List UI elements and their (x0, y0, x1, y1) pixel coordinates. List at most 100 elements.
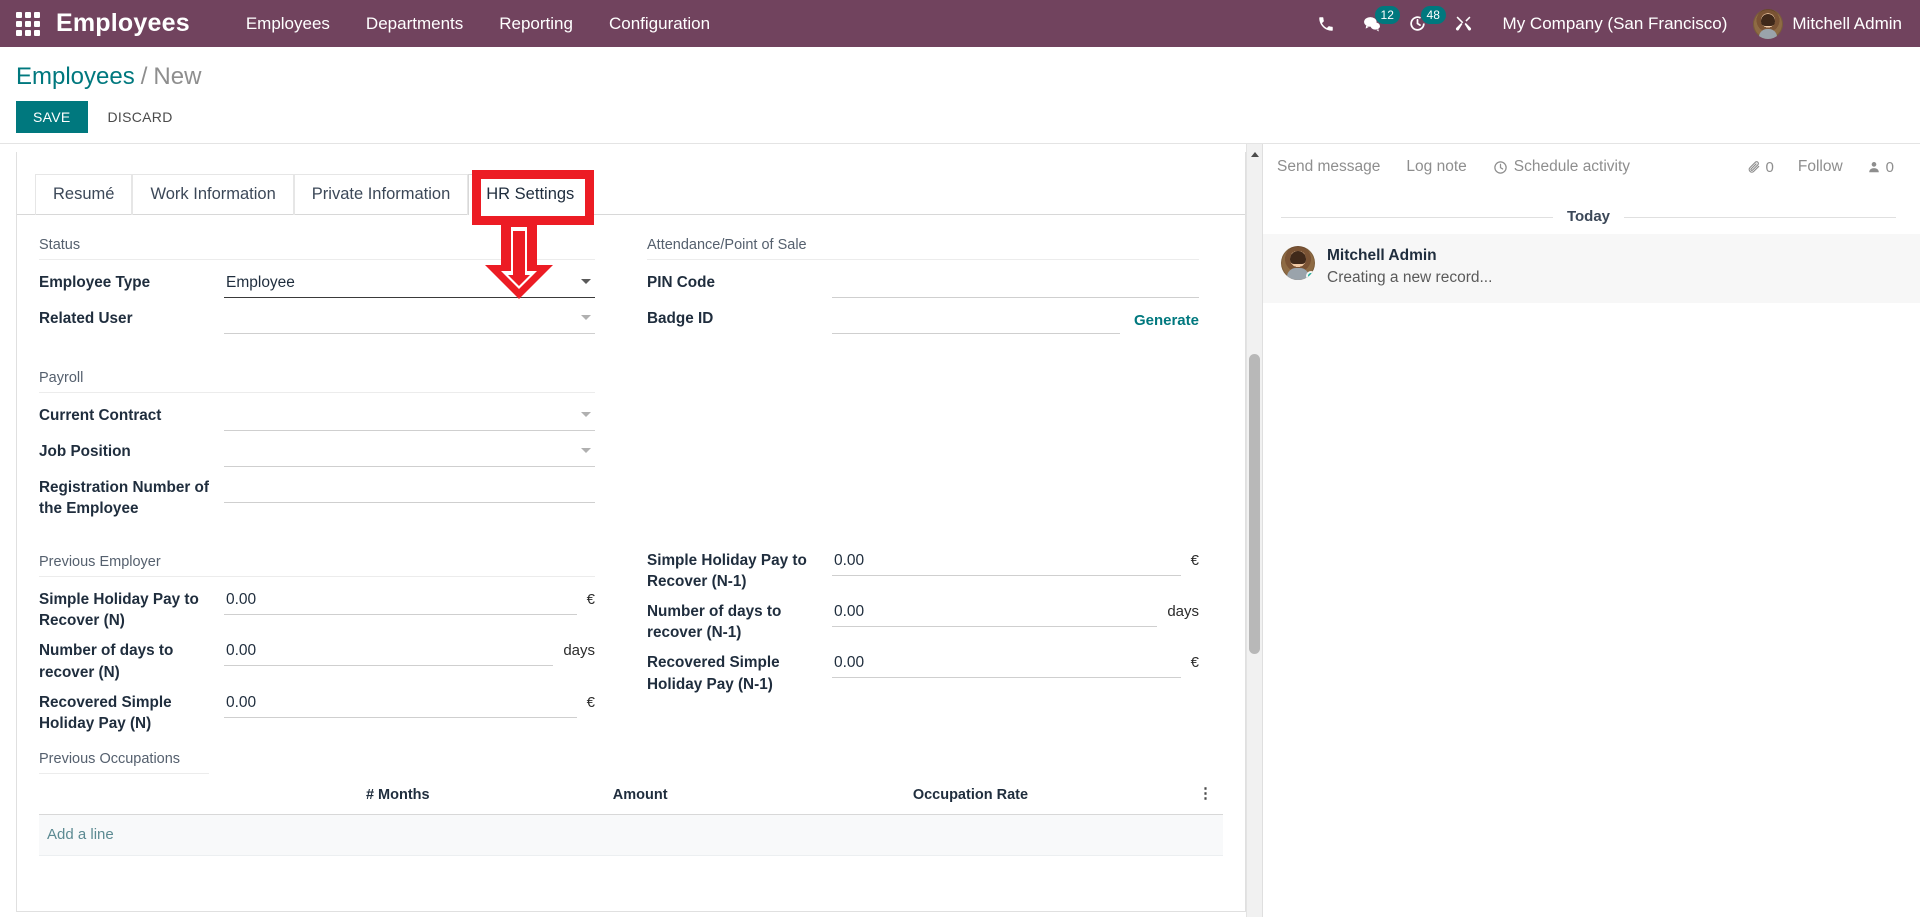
form-scrollbar[interactable] (1246, 144, 1262, 917)
current-contract-value (226, 404, 593, 428)
apps-menu-button[interactable] (0, 0, 56, 47)
breadcrumb-employees[interactable]: Employees (16, 63, 135, 91)
field-label-employee-type: Employee Type (39, 274, 151, 291)
generate-badge-button[interactable]: Generate (1120, 304, 1199, 329)
activity-clock-icon[interactable]: 48 (1397, 0, 1446, 47)
debug-tools-icon[interactable] (1443, 0, 1485, 47)
simple-holiday-pay-n1-input[interactable]: 0.00 (832, 546, 1181, 576)
field-related-user: Related User (39, 300, 595, 335)
employee-type-value: Employee (226, 274, 295, 291)
schedule-activity-label: Schedule activity (1513, 158, 1631, 175)
optional-columns-button[interactable]: ⋮ (1187, 777, 1223, 815)
message-item: Mitchell Admin Creating a new record... (1263, 234, 1920, 303)
paperclip-icon (1748, 161, 1759, 173)
chevron-down-icon (581, 315, 591, 320)
group-title-payroll: Payroll (39, 362, 595, 393)
related-user-select[interactable] (224, 304, 595, 334)
unit-euro: € (586, 693, 595, 711)
chevron-down-icon (581, 412, 591, 417)
apps-grid-icon (16, 11, 40, 36)
date-divider-label: Today (1552, 208, 1625, 225)
recovered-simple-holiday-pay-n-value: 0.00 (226, 693, 257, 711)
attachment-count: 0 (1765, 158, 1774, 176)
registration-number-input[interactable] (224, 473, 595, 503)
days-to-recover-n-input[interactable]: 0.00 (224, 636, 554, 667)
days-to-recover-n1-value: 0.00 (834, 603, 865, 621)
menu-departments[interactable]: Departments (348, 0, 481, 47)
tab-private-information[interactable]: Private Information (293, 174, 469, 215)
avatar (1281, 246, 1315, 280)
follower-count: 0 (1885, 158, 1894, 176)
message-author: Mitchell Admin (1327, 247, 1437, 264)
field-label-simple-holiday-pay-n: Simple Holiday Pay to Recover (N) (39, 591, 199, 630)
group-title-previous-employer-left: Previous Employer (39, 546, 595, 578)
days-to-recover-n1-input[interactable]: 0.00 (832, 597, 1158, 628)
phone-icon[interactable] (1305, 0, 1347, 47)
message-body: Creating a new record... (1327, 269, 1493, 286)
field-recovered-simple-holiday-pay-n: Recovered Simple Holiday Pay (N) 0.00 € (39, 684, 595, 734)
form-column-left: Status Employee Type Employee Related Us… (39, 229, 631, 735)
field-registration-number: Registration Number of the Employee (39, 469, 595, 519)
badge-id-input[interactable] (832, 304, 1120, 334)
unit-days: days (563, 642, 595, 660)
current-contract-select[interactable] (224, 401, 595, 431)
add-a-line-link[interactable]: Add a line (47, 826, 114, 843)
previous-occupations-table: # Months Amount Occupation Rate ⋮ Add a … (39, 777, 1223, 856)
follow-button[interactable]: Follow (1798, 158, 1843, 176)
job-position-select[interactable] (224, 437, 595, 467)
field-label-days-to-recover-n: Number of days to recover (N) (39, 642, 174, 681)
unit-euro: € (1190, 552, 1199, 569)
field-job-position: Job Position (39, 433, 595, 468)
tab-hr-settings[interactable]: HR Settings (468, 174, 593, 215)
send-message-button[interactable]: Send message (1277, 158, 1380, 176)
chatter-topbar: Send message Log note Schedule activity … (1263, 144, 1920, 188)
add-line-row[interactable]: Add a line (39, 814, 1223, 856)
attachments-counter[interactable]: 0 (1747, 159, 1774, 176)
job-position-value (226, 440, 593, 464)
pin-code-value (834, 271, 1197, 295)
discard-button[interactable]: DISCARD (96, 101, 185, 133)
schedule-activity-button[interactable]: Schedule activity (1493, 158, 1630, 176)
log-note-button[interactable]: Log note (1406, 158, 1466, 176)
unit-euro: € (586, 591, 595, 609)
group-title-status: Status (39, 229, 595, 260)
chevron-down-icon (581, 448, 591, 453)
followers-counter[interactable]: 0 (1867, 159, 1894, 176)
clock-icon (1494, 160, 1507, 174)
field-label-recovered-simple-holiday-pay-n1: Recovered Simple Holiday Pay (N-1) (647, 654, 780, 693)
scroll-up-arrow-icon[interactable] (1251, 152, 1259, 157)
field-label-related-user: Related User (39, 310, 133, 327)
recovered-simple-holiday-pay-n1-value: 0.00 (834, 654, 865, 672)
tab-work-information[interactable]: Work Information (132, 174, 294, 215)
chevron-down-icon (581, 279, 591, 284)
menu-reporting[interactable]: Reporting (481, 0, 591, 47)
simple-holiday-pay-n-value: 0.00 (226, 591, 257, 609)
field-label-simple-holiday-pay-n1: Simple Holiday Pay to Recover (N-1) (647, 552, 807, 591)
group-title-previous-occupations: Previous Occupations (39, 741, 209, 774)
menu-employees[interactable]: Employees (228, 0, 348, 47)
breadcrumb: Employees / New (0, 57, 1920, 93)
messages-icon[interactable]: 12 (1351, 0, 1400, 47)
chatter-panel: Send message Log note Schedule activity … (1263, 144, 1920, 917)
company-switcher[interactable]: My Company (San Francisco) (1489, 0, 1742, 47)
field-simple-holiday-pay-n: Simple Holiday Pay to Recover (N) 0.00 € (39, 581, 595, 631)
pin-code-input[interactable] (832, 268, 1199, 298)
field-label-current-contract: Current Contract (39, 407, 162, 424)
online-status-icon (1306, 271, 1315, 280)
recovered-simple-holiday-pay-n1-input[interactable]: 0.00 (832, 648, 1181, 679)
control-panel: Employees / New SAVE DISCARD (0, 47, 1920, 144)
recovered-simple-holiday-pay-n-input[interactable]: 0.00 (224, 688, 577, 718)
tab-resume[interactable]: Resumé (35, 174, 133, 215)
simple-holiday-pay-n-input[interactable]: 0.00 (224, 585, 577, 616)
app-brand-employees[interactable]: Employees (56, 9, 190, 38)
save-button[interactable]: SAVE (16, 101, 88, 133)
column-header-amount: Amount (526, 777, 754, 815)
unit-euro: € (1190, 654, 1199, 672)
employee-type-select[interactable]: Employee (224, 268, 595, 298)
form-sheet: Resumé Work Information Private Informat… (16, 152, 1246, 912)
breadcrumb-separator: / (140, 63, 148, 90)
breadcrumb-current: New (153, 63, 202, 90)
scrollbar-thumb[interactable] (1249, 354, 1260, 654)
user-menu[interactable]: Mitchell Admin (1745, 8, 1902, 39)
menu-configuration[interactable]: Configuration (591, 0, 728, 47)
